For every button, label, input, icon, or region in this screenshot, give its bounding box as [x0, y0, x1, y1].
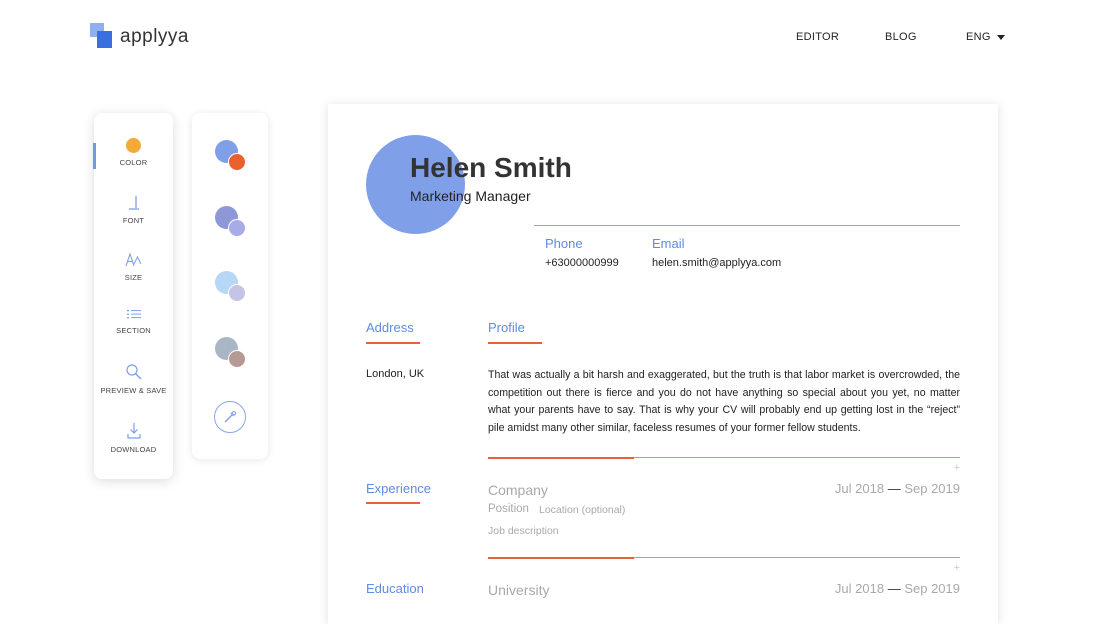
tool-color[interactable]: COLOR [94, 138, 173, 167]
email-label: Email [652, 236, 685, 251]
add-education-icon[interactable]: + [954, 562, 960, 574]
tool-section-label: SECTION [116, 326, 151, 335]
tool-section[interactable]: SECTION [94, 309, 173, 335]
tool-preview-label: PREVIEW & SAVE [100, 386, 167, 395]
tool-font[interactable]: FONT [94, 195, 173, 225]
resume-page: Helen Smith Marketing Manager Phone +630… [328, 104, 998, 624]
color-swatch-2[interactable] [215, 206, 247, 238]
custom-color-picker[interactable] [214, 401, 246, 433]
education-start-date: Jul 2018 [834, 581, 885, 596]
experience-date-dash: — [887, 481, 901, 496]
tool-download[interactable]: DOWNLOAD [94, 422, 173, 454]
color-swatch-1[interactable] [215, 140, 247, 172]
logo[interactable]: applyya [90, 22, 189, 50]
phone-label: Phone [545, 236, 583, 251]
experience-end-date: Sep 2019 [904, 481, 960, 496]
tool-size-label: SIZE [124, 273, 143, 282]
resume-title[interactable]: Marketing Manager [410, 188, 531, 204]
experience-underline [366, 502, 420, 504]
resume-name[interactable]: Helen Smith [410, 152, 572, 184]
experience-divider-orange [488, 457, 634, 459]
language-label: ENG [966, 31, 991, 43]
email-value[interactable]: helen.smith@applyya.com [652, 257, 781, 269]
logo-mark-icon [90, 23, 114, 49]
experience-heading: Experience [366, 481, 432, 496]
education-heading: Education [366, 581, 424, 596]
company-field[interactable]: Company [488, 482, 548, 498]
location-field[interactable]: Location (optional) [539, 504, 625, 516]
phone-value[interactable]: +63000000999 [545, 257, 619, 269]
tool-font-label: FONT [122, 216, 145, 225]
education-dates[interactable]: Jul 2018 — Sep 2019 [835, 581, 960, 596]
profile-heading: Profile [488, 320, 525, 335]
editor-toolbar: COLOR FONT SIZE SECTION PREVIEW & SAVE D… [93, 113, 173, 479]
job-description-field[interactable]: Job description [488, 525, 559, 537]
education-date-dash: — [887, 581, 901, 596]
font-icon [128, 196, 139, 210]
experience-start-date: Jul 2018 [834, 481, 885, 496]
color-dot-icon [126, 138, 141, 153]
experience-dates[interactable]: Jul 2018 — Sep 2019 [835, 481, 960, 496]
tool-preview-save[interactable]: PREVIEW & SAVE [94, 363, 173, 395]
language-selector[interactable]: ENG [966, 31, 1005, 43]
address-value[interactable]: London, UK [366, 368, 424, 380]
download-icon [126, 423, 141, 439]
nav-blog[interactable]: BLOG [885, 31, 917, 43]
profile-photo[interactable] [366, 135, 465, 234]
text-size-icon [124, 252, 141, 267]
header-divider [534, 225, 960, 226]
nav-editor[interactable]: EDITOR [796, 31, 839, 43]
university-field[interactable]: University [488, 582, 549, 598]
caret-down-icon [996, 34, 1005, 40]
address-underline [366, 342, 420, 344]
education-end-date: Sep 2019 [904, 581, 960, 596]
color-swatch-3[interactable] [215, 271, 247, 303]
list-icon [126, 310, 141, 319]
magnifier-icon [125, 364, 141, 380]
profile-text[interactable]: That was actually a bit harsh and exagge… [488, 367, 960, 437]
logo-text: applyya [120, 26, 189, 47]
tool-download-label: DOWNLOAD [110, 445, 157, 454]
add-experience-icon[interactable]: + [954, 462, 960, 474]
address-heading: Address [366, 320, 414, 335]
tool-size[interactable]: SIZE [94, 252, 173, 282]
profile-underline [488, 342, 542, 344]
experience-divider-blue [634, 457, 960, 458]
tool-color-label: COLOR [119, 158, 148, 167]
position-field[interactable]: Position [488, 503, 529, 515]
color-swatch-4[interactable] [215, 337, 247, 369]
color-palette-panel [192, 113, 268, 459]
education-divider-orange [488, 557, 634, 559]
education-divider-blue [634, 557, 960, 558]
eyedropper-icon [224, 410, 237, 423]
